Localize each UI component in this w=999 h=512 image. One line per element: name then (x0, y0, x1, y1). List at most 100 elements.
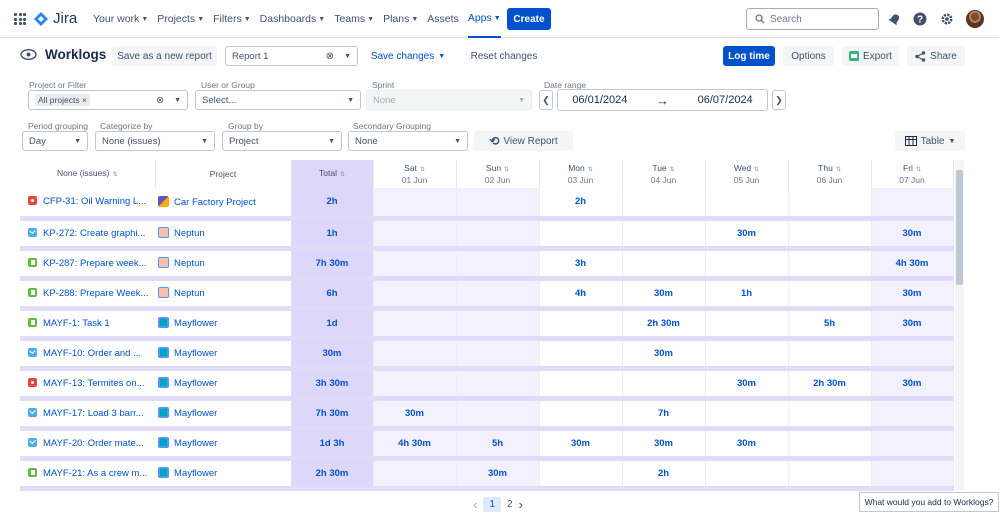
next-page-button[interactable]: › (519, 497, 523, 512)
day-time-cell[interactable] (705, 308, 789, 341)
day-time-cell[interactable] (788, 398, 872, 431)
day-time-cell[interactable]: 30m (871, 368, 954, 401)
day-time-cell[interactable] (622, 188, 706, 221)
nav-projects[interactable]: Projects ▼ (157, 0, 204, 38)
day-time-cell[interactable] (705, 458, 789, 491)
day-time-cell[interactable]: 30m (622, 278, 706, 311)
day-time-cell[interactable]: 30m (539, 428, 623, 461)
app-switcher-icon[interactable] (14, 13, 26, 25)
day-time-cell[interactable]: 5h (456, 428, 540, 461)
project-cell[interactable]: Neptun (155, 248, 292, 281)
day-time-cell[interactable] (373, 188, 457, 221)
export-button[interactable]: Export (842, 46, 899, 66)
total-cell[interactable]: 1d (291, 308, 374, 341)
issue-cell[interactable]: KP-272: Create graphi... (20, 218, 155, 251)
issue-cell[interactable]: MAYF-20: Order mate... (20, 428, 155, 461)
day-time-cell[interactable] (788, 458, 872, 491)
scrollbar-thumb[interactable] (956, 170, 963, 285)
project-filter-select[interactable]: All projects × ⊗ ▼ (28, 90, 188, 110)
column-header[interactable]: Fri ⇅ 07 Jun (871, 160, 954, 188)
day-time-cell[interactable]: 4h (539, 278, 623, 311)
prev-page-button[interactable]: ‹ (473, 497, 477, 512)
total-cell[interactable]: 7h 30m (291, 248, 374, 281)
view-mode-select[interactable]: Table ▼ (895, 131, 965, 151)
issue-cell[interactable]: KP-287: Prepare week... (20, 248, 155, 281)
total-cell[interactable]: 1d 3h (291, 428, 374, 461)
day-time-cell[interactable] (456, 278, 540, 311)
day-time-cell[interactable]: 2h (622, 458, 706, 491)
settings-gear-icon[interactable] (939, 11, 955, 27)
column-header[interactable]: Tue ⇅ 04 Jun (622, 160, 706, 188)
report-select[interactable]: Report 1 ⊗ ▼ (225, 46, 358, 66)
day-time-cell[interactable]: 30m (456, 458, 540, 491)
project-link[interactable]: Neptun (174, 228, 205, 239)
day-time-cell[interactable]: 30m (705, 368, 789, 401)
day-time-cell[interactable]: 7h (622, 398, 706, 431)
save-changes-button[interactable]: Save changes ▼ (368, 46, 448, 66)
clear-icon[interactable]: ⊗ (326, 51, 334, 62)
nav-filters[interactable]: Filters ▼ (213, 0, 251, 38)
issue-link[interactable]: KP-287: Prepare week... (43, 258, 147, 269)
day-time-cell[interactable] (539, 458, 623, 491)
feedback-button[interactable]: What would you add to Worklogs? (859, 492, 999, 512)
project-cell[interactable]: Mayflower (155, 428, 292, 461)
day-time-cell[interactable]: 30m (373, 398, 457, 431)
day-time-cell[interactable] (373, 248, 457, 281)
day-time-cell[interactable]: 1h (705, 278, 789, 311)
issue-link[interactable]: MAYF-21: As a crew m... (43, 468, 147, 479)
column-header[interactable]: Total ⇅ (291, 160, 374, 188)
nav-plans[interactable]: Plans ▼ (383, 0, 418, 38)
day-time-cell[interactable] (788, 338, 872, 371)
total-cell[interactable]: 1h (291, 218, 374, 251)
period-grouping-select[interactable]: Day ▼ (22, 131, 88, 151)
day-time-cell[interactable]: 30m (871, 278, 954, 311)
project-cell[interactable]: Mayflower (155, 458, 292, 491)
project-link[interactable]: Mayflower (174, 408, 217, 419)
day-time-cell[interactable] (622, 368, 706, 401)
project-link[interactable]: Mayflower (174, 318, 217, 329)
issue-cell[interactable]: CFP-31: Oil Warning L... (20, 188, 155, 221)
project-cell[interactable]: Neptun (155, 218, 292, 251)
column-header[interactable]: Sun ⇅ 02 Jun (456, 160, 540, 188)
day-time-cell[interactable]: 30m (871, 308, 954, 341)
day-time-cell[interactable] (788, 248, 872, 281)
total-cell[interactable]: 7h 30m (291, 398, 374, 431)
create-button[interactable]: Create (507, 8, 551, 30)
sort-icon[interactable]: ⇅ (112, 172, 117, 178)
column-header[interactable]: Wed ⇅ 05 Jun (705, 160, 789, 188)
nav-assets[interactable]: Assets (427, 0, 459, 38)
clear-icon[interactable]: ⊗ (156, 95, 164, 106)
day-time-cell[interactable] (788, 428, 872, 461)
project-cell[interactable]: Mayflower (155, 308, 292, 341)
issue-link[interactable]: MAYF-10: Order and ... (43, 348, 141, 359)
day-time-cell[interactable] (539, 218, 623, 251)
day-time-cell[interactable] (539, 338, 623, 371)
day-time-cell[interactable]: 30m (622, 428, 706, 461)
day-time-cell[interactable] (539, 368, 623, 401)
day-time-cell[interactable] (456, 368, 540, 401)
issue-link[interactable]: KP-288: Prepare Week... (43, 288, 148, 299)
group-by-select[interactable]: Project ▼ (222, 131, 342, 151)
day-time-cell[interactable]: 30m (705, 428, 789, 461)
issue-cell[interactable]: KP-288: Prepare Week... (20, 278, 155, 311)
project-link[interactable]: Neptun (174, 258, 205, 269)
day-time-cell[interactable]: 4h 30m (871, 248, 954, 281)
sort-icon[interactable]: ⇅ (670, 167, 675, 173)
day-time-cell[interactable]: 30m (871, 218, 954, 251)
column-header[interactable]: Thu ⇅ 06 Jun (788, 160, 872, 188)
issue-link[interactable]: MAYF-20: Order mate... (43, 438, 144, 449)
day-time-cell[interactable] (871, 458, 954, 491)
column-header[interactable]: None (issues) ⇅ (20, 160, 156, 188)
day-time-cell[interactable] (373, 218, 457, 251)
day-time-cell[interactable] (373, 338, 457, 371)
previous-period-button[interactable]: ❮ (539, 90, 553, 110)
project-cell[interactable]: Mayflower (155, 338, 292, 371)
day-time-cell[interactable] (705, 248, 789, 281)
total-cell[interactable]: 3h 30m (291, 368, 374, 401)
day-time-cell[interactable] (373, 278, 457, 311)
project-link[interactable]: Neptun (174, 288, 205, 299)
day-time-cell[interactable]: 2h 30m (788, 368, 872, 401)
total-cell[interactable]: 2h 30m (291, 458, 374, 491)
sort-icon[interactable]: ⇅ (340, 172, 345, 178)
project-cell[interactable]: Mayflower (155, 398, 292, 431)
